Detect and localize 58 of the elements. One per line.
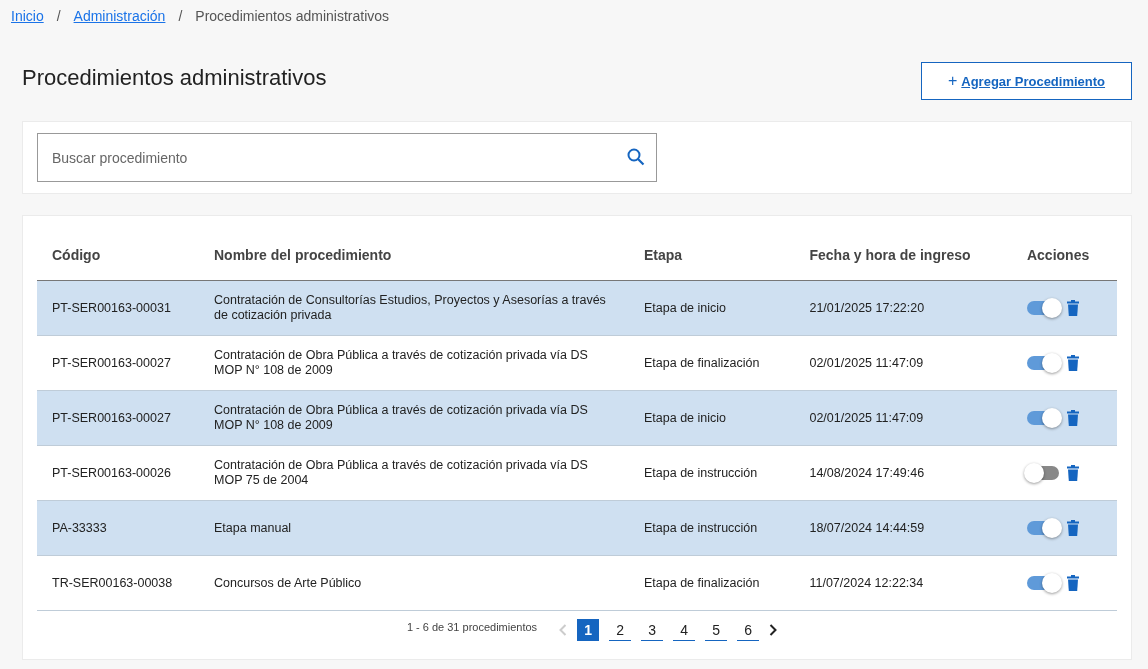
table-cell: Contratación de Consultorías Estudios, Proyectos y Asesorías a través de cotización privada	[199, 280, 629, 336]
column-header: Etapa	[629, 230, 795, 281]
delete-icon[interactable]	[1066, 300, 1079, 316]
table-cell: 18/07/2024 14:44:59	[794, 500, 1012, 556]
table-cell: Etapa de finalización	[629, 335, 795, 391]
table-cell: PT-SER00163-00031	[37, 280, 199, 336]
column-header: Fecha y hora de ingreso	[794, 230, 1012, 281]
next-page-icon[interactable]	[769, 624, 778, 636]
delete-icon[interactable]	[1066, 465, 1079, 481]
table-cell: Etapa de finalización	[629, 555, 795, 611]
breadcrumb-separator: /	[178, 8, 183, 24]
column-header: Nombre del procedimiento	[199, 230, 629, 281]
toggle-switch[interactable]	[1026, 521, 1059, 535]
column-header: Acciones	[1011, 230, 1117, 281]
page-title: Procedimientos administrativos	[22, 65, 327, 91]
table-cell: Etapa de inicio	[629, 280, 795, 336]
breadcrumb-current: Procedimientos administrativos	[195, 8, 390, 24]
search-icon	[627, 148, 645, 166]
table-cell: TR-SER00163-00038	[37, 555, 199, 611]
column-header: Código	[37, 230, 199, 281]
table-cell: PT-SER00163-00027	[37, 335, 199, 391]
delete-icon[interactable]	[1066, 355, 1079, 371]
table-cell: 02/01/2025 11:47:09	[794, 335, 1012, 391]
pagination-summary: 1 - 6 de 31 procedimientos	[406, 621, 538, 633]
delete-icon[interactable]	[1066, 520, 1079, 536]
toggle-switch[interactable]	[1026, 356, 1059, 370]
table-cell: 21/01/2025 17:22:20	[794, 280, 1012, 336]
delete-icon[interactable]	[1066, 575, 1079, 591]
table-cell: Contratación de Obra Pública a través de cotización privada vía DS MOP N° 108 de 2009	[199, 390, 629, 446]
table-cell: 14/08/2024 17:49:46	[794, 445, 1012, 501]
table-cell: Etapa manual	[199, 500, 629, 556]
page-button[interactable]: 6	[737, 619, 760, 641]
breadcrumb-link[interactable]: Administración	[73, 8, 166, 24]
toggle-switch[interactable]	[1026, 466, 1059, 480]
table-cell: PT-SER00163-00027	[37, 390, 199, 446]
table-cell: Etapa de instrucción	[629, 445, 795, 501]
page-button[interactable]: 1	[577, 619, 600, 641]
page-button[interactable]: 5	[705, 619, 728, 641]
table-cell: PT-SER00163-00026	[37, 445, 199, 501]
page-button[interactable]: 3	[641, 619, 664, 641]
table-cell: Etapa de inicio	[629, 390, 795, 446]
toggle-switch[interactable]	[1026, 576, 1059, 590]
table-cell: Contratación de Obra Pública a través de cotización privada vía DS MOP N° 108 de 2009	[199, 335, 629, 391]
delete-icon[interactable]	[1066, 410, 1079, 426]
table-cell: Etapa de instrucción	[629, 500, 795, 556]
breadcrumb-separator: /	[56, 8, 61, 24]
toggle-switch[interactable]	[1026, 411, 1059, 425]
search-field[interactable]: Buscar procedimiento	[37, 133, 657, 182]
breadcrumb-link[interactable]: Inicio	[11, 8, 44, 24]
table-cell: 02/01/2025 11:47:09	[794, 390, 1012, 446]
page-button[interactable]: 2	[609, 619, 632, 641]
add-procedure-button[interactable]: + Agregar Procedimiento	[921, 62, 1132, 100]
table-cell: 11/07/2024 12:22:34	[794, 555, 1012, 611]
table-cell: PA-33333	[37, 500, 199, 556]
page-button[interactable]: 4	[673, 619, 696, 641]
table-cell: Concursos de Arte Público	[199, 555, 629, 611]
table-cell: Contratación de Obra Pública a través de cotización privada vía DS MOP 75 de 2004	[199, 445, 629, 501]
toggle-switch[interactable]	[1026, 301, 1059, 315]
